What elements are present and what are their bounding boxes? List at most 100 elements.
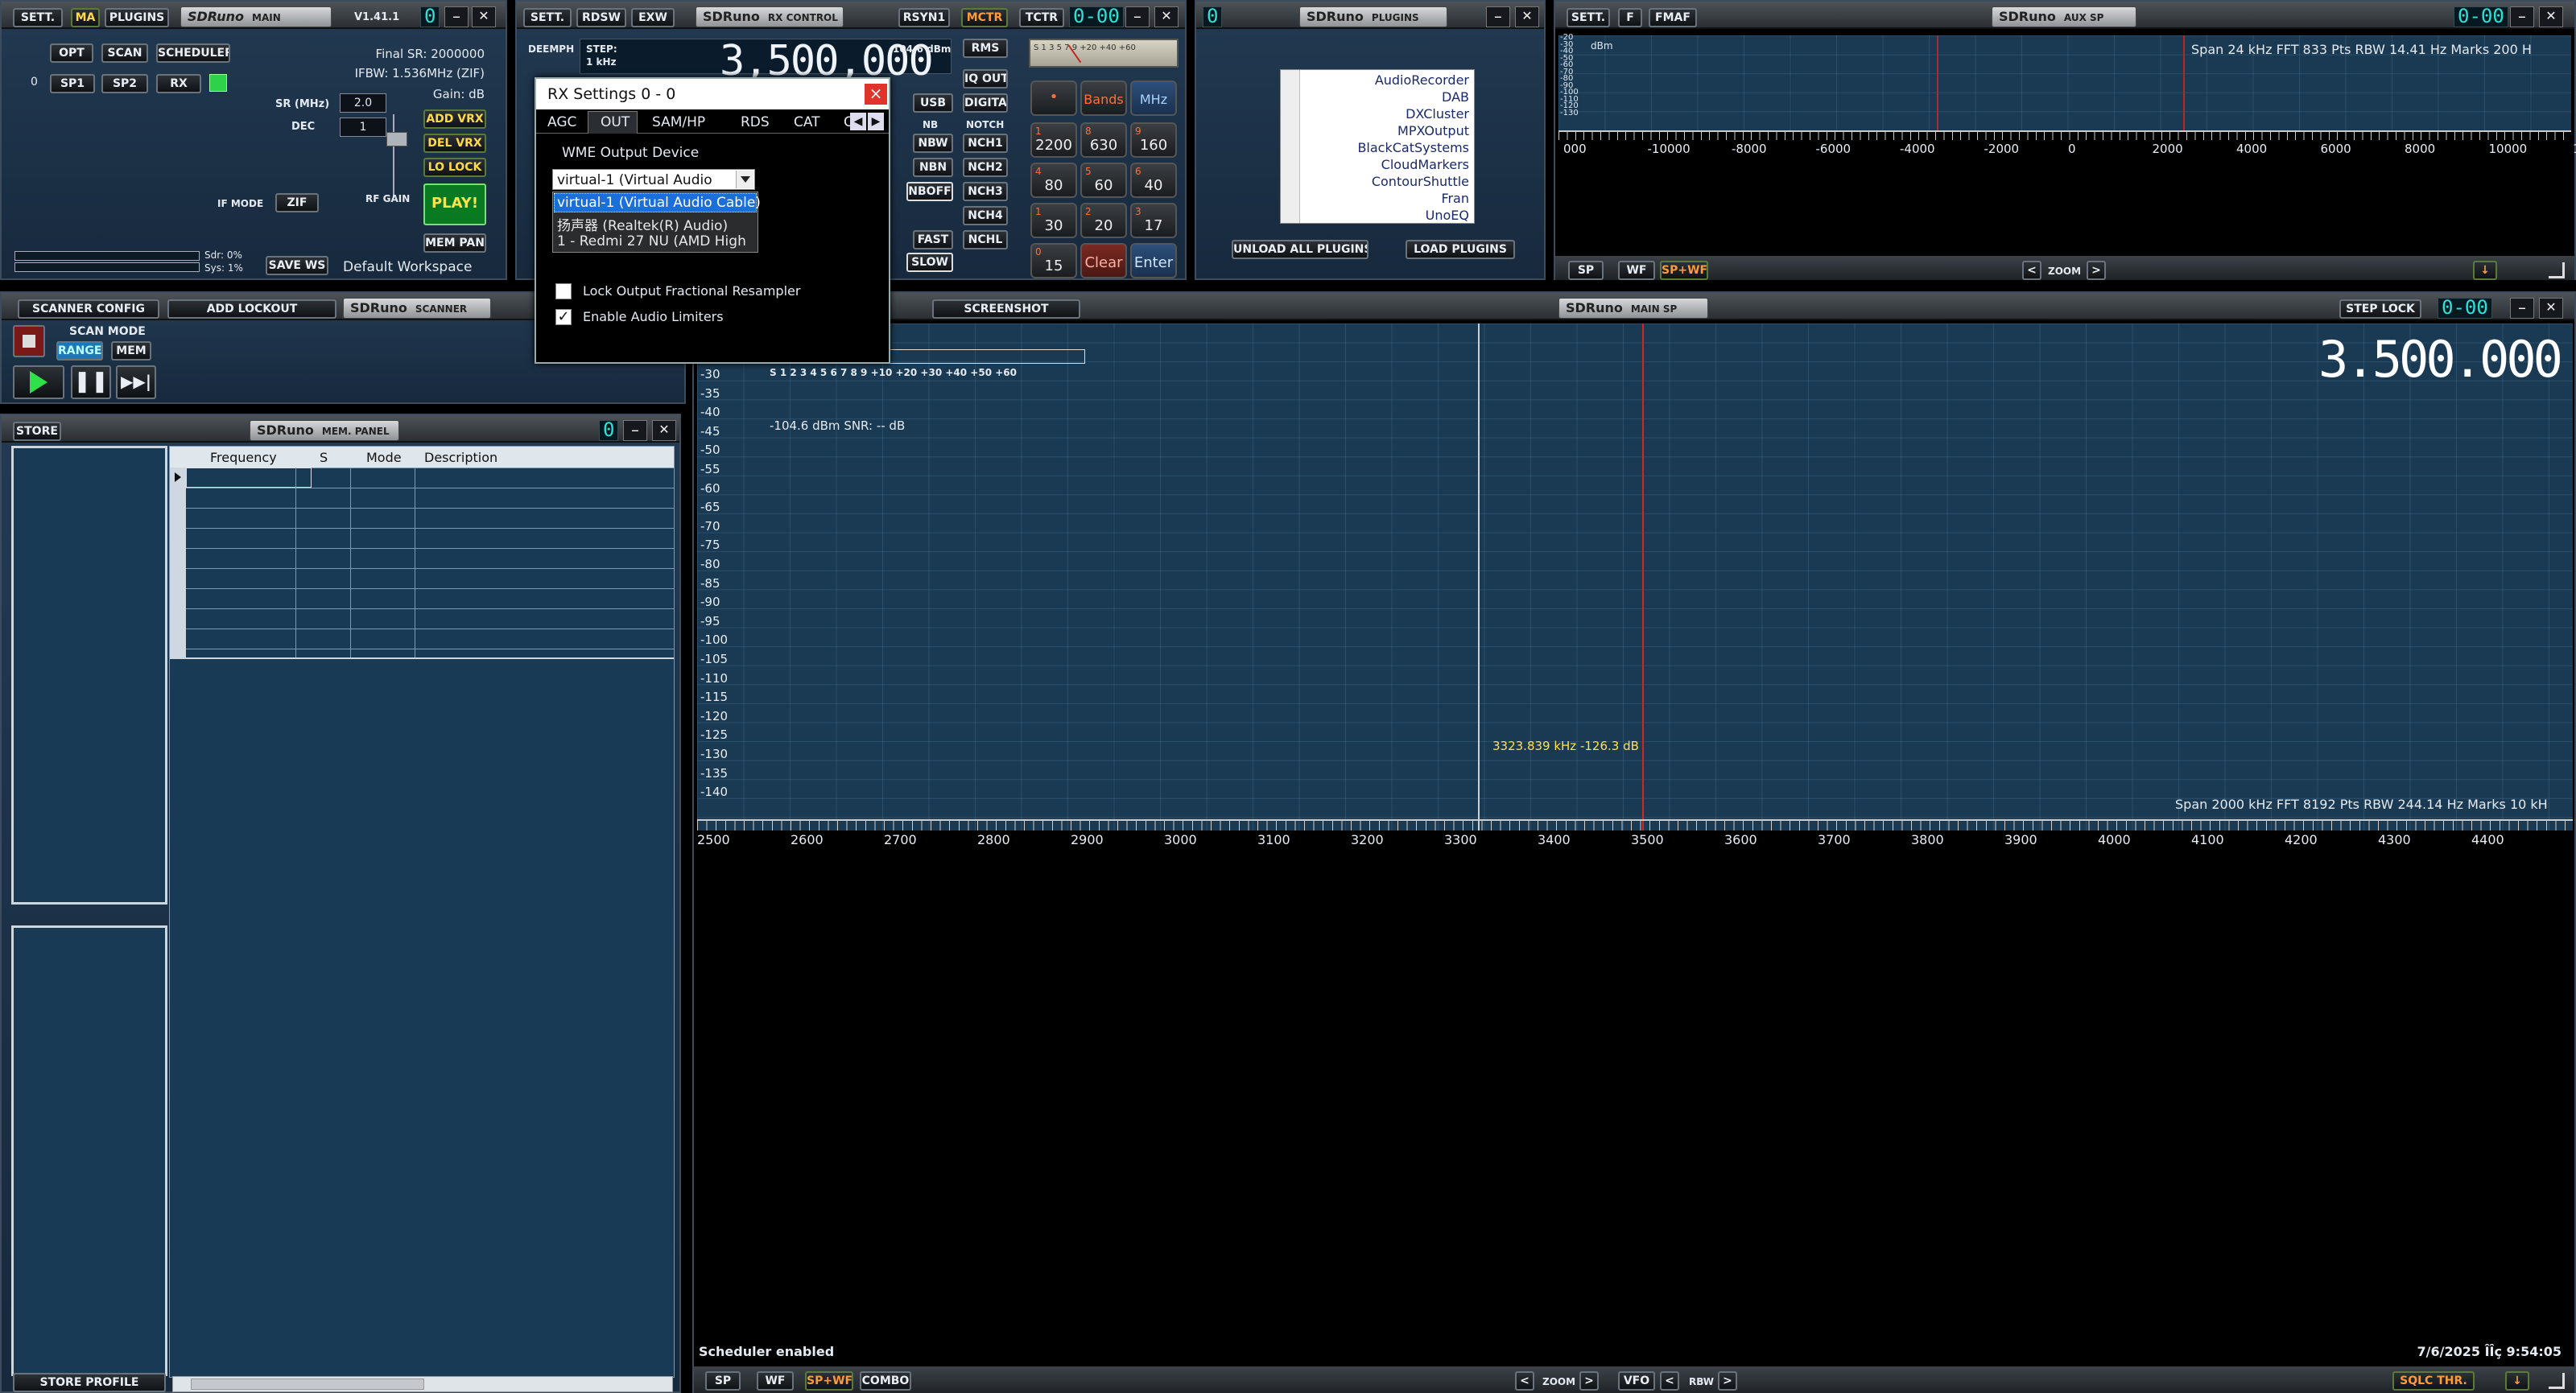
plugin-item[interactable]: DXCluster: [1357, 105, 1469, 122]
range-button[interactable]: RANGE: [56, 341, 103, 361]
main-sp-button[interactable]: SP: [705, 1371, 741, 1391]
screenshot-button[interactable]: SCREENSHOT: [932, 299, 1080, 319]
f-button[interactable]: F: [1618, 8, 1642, 27]
close-icon[interactable]: ✕: [2539, 6, 2563, 27]
close-icon[interactable]: ✕: [652, 420, 676, 441]
scanner-config-button[interactable]: SCANNER CONFIG: [18, 299, 159, 319]
plugin-list-scrollbar[interactable]: [1281, 70, 1300, 223]
nch1-button[interactable]: NCH1: [963, 134, 1008, 153]
close-icon[interactable]: ✕: [2539, 298, 2563, 319]
exw-button[interactable]: EXW: [631, 8, 675, 27]
select-chevron-down-icon[interactable]: [736, 171, 753, 188]
rms-button[interactable]: RMS: [963, 39, 1008, 58]
tab-scroll-right-icon[interactable]: ▶: [868, 113, 884, 130]
rx-button[interactable]: RX: [156, 74, 201, 93]
main-zoom-out[interactable]: <: [1515, 1371, 1534, 1391]
sp1-button[interactable]: SP1: [50, 74, 95, 93]
plugin-item[interactable]: AudioRecorder: [1357, 72, 1469, 89]
play-button[interactable]: PLAY!: [423, 183, 486, 225]
close-icon[interactable]: ✕: [1154, 6, 1179, 27]
minimize-icon[interactable]: –: [2510, 6, 2534, 27]
keypad-key[interactable]: 1 30: [1030, 203, 1077, 238]
sett-button[interactable]: SETT.: [13, 8, 63, 27]
plugin-list[interactable]: AudioRecorder DAB DXCluster MPXOutput BlackC…: [1280, 69, 1475, 224]
add-lockout-button[interactable]: ADD LOCKOUT: [167, 299, 336, 319]
device-option[interactable]: virtual-1 (Virtual Audio Cable): [557, 195, 761, 211]
keypad-key[interactable]: 1 2200: [1030, 122, 1077, 158]
zif-button[interactable]: ZIF: [275, 193, 319, 212]
bands-key[interactable]: Bands: [1080, 80, 1127, 116]
store-button[interactable]: STORE: [13, 422, 61, 441]
keypad-key[interactable]: 4 80: [1030, 163, 1077, 198]
rdsw-button[interactable]: RDSW: [576, 8, 626, 27]
opt-button[interactable]: OPT: [50, 43, 93, 63]
plugin-item[interactable]: DAB: [1357, 89, 1469, 105]
minimize-icon[interactable]: –: [444, 6, 469, 27]
keypad-key[interactable]: 0 15: [1030, 243, 1077, 278]
tab-cat[interactable]: CAT: [794, 114, 820, 130]
minimize-icon[interactable]: –: [1125, 6, 1150, 27]
combo-button[interactable]: COMBO: [860, 1371, 911, 1391]
tab-sam-hp[interactable]: SAM/HP: [652, 114, 705, 130]
rx-sett-button[interactable]: SETT.: [523, 8, 572, 27]
aux-spwf-button[interactable]: SP+WF: [1660, 261, 1708, 280]
close-icon[interactable]: ✕: [472, 6, 496, 27]
fast-button[interactable]: FAST: [913, 230, 953, 249]
main-big-frequency[interactable]: 3.500.000: [2318, 330, 2563, 389]
mhz-key[interactable]: MHz: [1130, 80, 1177, 116]
mem-hscroll-thumb[interactable]: [191, 1379, 424, 1390]
mem-folder-tree-lower[interactable]: [11, 925, 167, 1376]
lo-lock-button[interactable]: LO LOCK: [423, 158, 486, 177]
main-spwf-button[interactable]: SP+WF: [805, 1371, 853, 1391]
nch4-button[interactable]: NCH4: [963, 206, 1008, 225]
keypad-key[interactable]: 9 160: [1130, 122, 1177, 158]
slow-button[interactable]: SLOW: [906, 253, 953, 272]
tab-scroll-left-icon[interactable]: ◀: [850, 113, 866, 130]
plugin-item[interactable]: MPXOutput: [1357, 122, 1469, 139]
minimize-icon[interactable]: –: [1486, 6, 1510, 27]
main-wf-button[interactable]: WF: [757, 1371, 794, 1391]
mem-hscrollbar[interactable]: [172, 1376, 673, 1392]
keypad-key[interactable]: 3 17: [1130, 203, 1177, 238]
mem-button[interactable]: MEM: [111, 341, 151, 361]
step-lock-button[interactable]: STEP LOCK: [2339, 299, 2421, 319]
scan-skip-icon[interactable]: ▶▶|: [116, 365, 156, 399]
aux-zoom-in[interactable]: >: [2087, 261, 2106, 280]
aux-resize-grip-icon[interactable]: [2549, 262, 2565, 278]
dialog-close-icon[interactable]: ×: [865, 84, 887, 105]
iq-out-button[interactable]: IQ OUT: [963, 69, 1008, 89]
nboff-button[interactable]: NBOFF: [906, 182, 953, 201]
plugin-item[interactable]: ContourShuttle: [1357, 173, 1469, 190]
clear-key[interactable]: Clear: [1080, 243, 1127, 278]
keypad-key[interactable]: 8 630: [1080, 122, 1127, 158]
plugin-item[interactable]: CloudMarkers: [1357, 156, 1469, 173]
vfo-button[interactable]: VFO: [1618, 1371, 1655, 1391]
aux-sett-button[interactable]: SETT.: [1567, 8, 1610, 27]
band-dot-key[interactable]: •: [1030, 80, 1077, 116]
del-vrx-button[interactable]: DEL VRX: [423, 134, 486, 153]
main-resize-grip-icon[interactable]: [2549, 1373, 2565, 1389]
keypad-key[interactable]: 2 20: [1080, 203, 1127, 238]
rf-gain-slider-thumb[interactable]: [386, 132, 407, 146]
keypad-key[interactable]: 6 40: [1130, 163, 1177, 198]
mem-pan-button[interactable]: MEM PAN: [423, 233, 486, 253]
sp2-button[interactable]: SP2: [101, 74, 148, 93]
device-option[interactable]: 1 - Redmi 27 NU (AMD High: [557, 233, 746, 249]
aux-zoom-out[interactable]: <: [2022, 261, 2041, 280]
nchl-button[interactable]: NCHL: [963, 230, 1008, 249]
scan-stop-icon[interactable]: [13, 325, 45, 357]
mem-table-rows[interactable]: [170, 468, 674, 657]
plugins-button[interactable]: PLUGINS: [105, 8, 169, 27]
digital-button[interactable]: DIGITAL: [963, 93, 1008, 113]
scheduler-button[interactable]: SCHEDULER: [156, 43, 230, 63]
col-frequency[interactable]: Frequency: [210, 450, 277, 465]
add-vrx-button[interactable]: ADD VRX: [423, 109, 486, 129]
main-vfo-line[interactable]: [1642, 324, 1644, 830]
audio-limiters-checkbox[interactable]: ✓: [555, 309, 572, 325]
dec-select[interactable]: 1: [340, 117, 386, 137]
load-plugins-button[interactable]: LOAD PLUGINS: [1406, 240, 1515, 259]
ma-button[interactable]: MA: [71, 8, 100, 27]
scan-play-icon[interactable]: [13, 365, 64, 399]
save-ws-button[interactable]: SAVE WS: [266, 256, 328, 275]
main-zoom-in[interactable]: >: [1579, 1371, 1599, 1391]
